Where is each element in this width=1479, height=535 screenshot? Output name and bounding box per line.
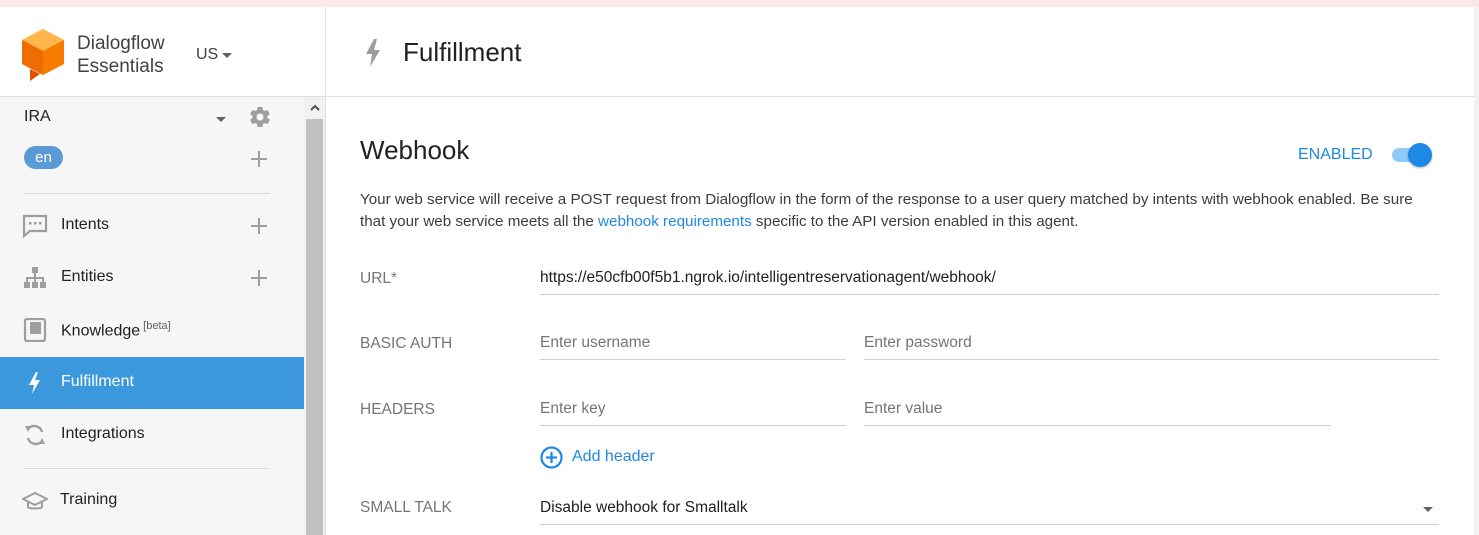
gear-icon[interactable] bbox=[248, 105, 272, 129]
page-header: Fulfillment bbox=[326, 7, 1479, 97]
webhook-title: Webhook bbox=[360, 135, 470, 165]
knowledge-label: Knowledge bbox=[61, 322, 141, 340]
url-label: URL* bbox=[360, 270, 398, 287]
webhook-requirements-link[interactable]: webhook requirements bbox=[598, 213, 752, 230]
chevron-down-icon bbox=[222, 52, 233, 58]
value-placeholder: Enter value bbox=[864, 400, 943, 417]
language-chip[interactable]: en bbox=[24, 146, 63, 169]
page-title: Fulfillment bbox=[403, 37, 522, 67]
sidebar-item-training[interactable]: Training bbox=[0, 475, 304, 527]
scroll-up-arrow-icon[interactable] bbox=[304, 97, 325, 117]
chat-icon bbox=[22, 214, 48, 238]
description-text-end: specific to the API version enabled in t… bbox=[751, 213, 1079, 230]
webhook-description: Your web service will receive a POST req… bbox=[360, 189, 1440, 233]
dialogflow-logo-icon[interactable] bbox=[22, 29, 64, 81]
agent-name: IRA bbox=[24, 108, 51, 125]
sidebar-item-knowledge[interactable]: Knowledge [beta] bbox=[0, 304, 304, 356]
region-selector[interactable]: US bbox=[196, 46, 233, 64]
sidebar-item-label: Fulfillment bbox=[61, 373, 134, 390]
password-placeholder: Enter password bbox=[864, 334, 972, 351]
add-intent-plus-icon[interactable] bbox=[250, 217, 268, 235]
add-entity-plus-icon[interactable] bbox=[250, 269, 268, 287]
small-talk-value: Disable webhook for Smalltalk bbox=[540, 499, 748, 516]
sidebar-item-fulfillment[interactable]: Fulfillment bbox=[0, 357, 304, 409]
add-circle-icon bbox=[540, 445, 563, 469]
main-scrollbar[interactable] bbox=[1474, 7, 1479, 535]
small-talk-select[interactable]: Disable webhook for Smalltalk bbox=[540, 495, 1439, 525]
chevron-down-icon[interactable] bbox=[216, 117, 226, 122]
sidebar-item-label: Integrations bbox=[61, 425, 145, 442]
sidebar-divider bbox=[24, 468, 270, 469]
book-icon bbox=[23, 318, 47, 342]
product-name-line1: Dialogflow bbox=[77, 33, 165, 54]
url-input[interactable]: https://e50cfb00f5b1.ngrok.io/intelligen… bbox=[540, 265, 1439, 295]
top-strip bbox=[0, 0, 1479, 7]
sidebar-item-label: Intents bbox=[61, 216, 110, 233]
sidebar-item-label: Knowledge [beta] bbox=[61, 320, 171, 340]
sidebar-item-intents[interactable]: Intents bbox=[0, 200, 304, 252]
webhook-enable-toggle[interactable] bbox=[1390, 143, 1432, 167]
graduation-cap-icon bbox=[22, 491, 48, 510]
hierarchy-icon bbox=[24, 267, 46, 288]
enabled-label: ENABLED bbox=[1298, 146, 1373, 163]
bolt-icon bbox=[366, 39, 380, 67]
product-name: Dialogflow Essentials bbox=[77, 32, 165, 78]
url-value: https://e50cfb00f5b1.ngrok.io/intelligen… bbox=[540, 269, 996, 286]
bolt-icon bbox=[29, 372, 40, 394]
add-language-plus-icon[interactable] bbox=[250, 150, 268, 168]
agent-selector[interactable]: IRA bbox=[24, 105, 284, 129]
sidebar-scrollbar[interactable] bbox=[304, 97, 325, 535]
beta-badge: [beta] bbox=[143, 320, 171, 332]
password-field[interactable]: Enter password bbox=[864, 330, 1439, 360]
brand-header: Dialogflow Essentials US bbox=[0, 7, 325, 97]
chevron-down-icon bbox=[1423, 507, 1433, 512]
add-header-label: Add header bbox=[572, 448, 655, 465]
sync-icon bbox=[25, 424, 45, 446]
sidebar-item-integrations[interactable]: Integrations bbox=[0, 409, 304, 461]
sidebar-divider bbox=[24, 193, 270, 194]
sidebar-item-label: Entities bbox=[61, 268, 114, 285]
product-name-line2: Essentials bbox=[77, 56, 164, 77]
username-placeholder: Enter username bbox=[540, 334, 651, 351]
header-key-field[interactable]: Enter key bbox=[540, 396, 846, 426]
region-label: US bbox=[196, 46, 219, 63]
scroll-thumb[interactable] bbox=[306, 119, 323, 535]
small-talk-label: SMALL TALK bbox=[360, 499, 452, 516]
basic-auth-label: BASIC AUTH bbox=[360, 335, 453, 352]
username-field[interactable]: Enter username bbox=[540, 330, 846, 360]
key-placeholder: Enter key bbox=[540, 400, 606, 417]
headers-label: HEADERS bbox=[360, 401, 435, 418]
sidebar-item-entities[interactable]: Entities bbox=[0, 252, 304, 304]
sidebar-item-label: Training bbox=[60, 491, 118, 508]
add-header-button[interactable]: Add header bbox=[540, 445, 655, 469]
header-value-field[interactable]: Enter value bbox=[864, 396, 1331, 426]
toggle-knob bbox=[1408, 143, 1432, 167]
